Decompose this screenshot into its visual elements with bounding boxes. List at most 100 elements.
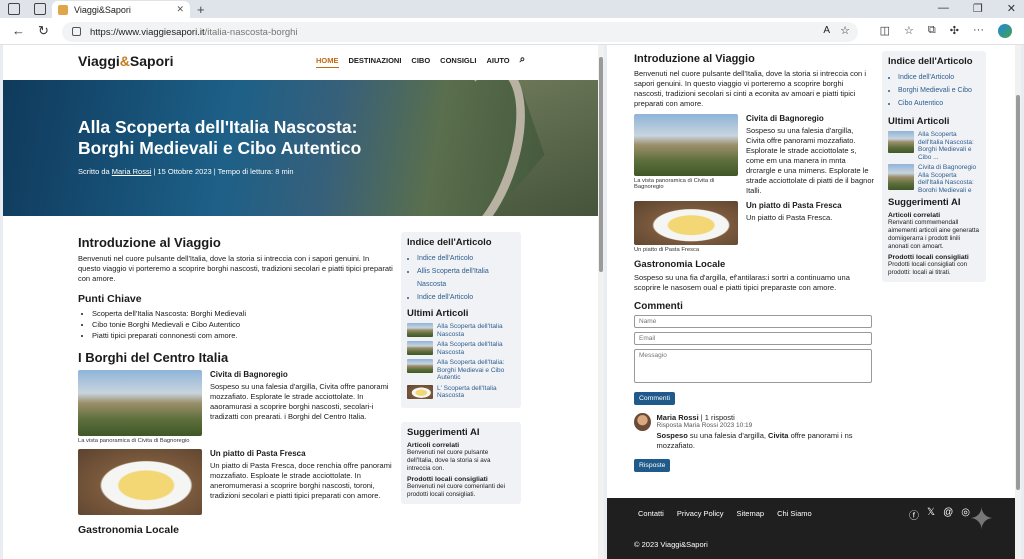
site-footer: Contatti Privacy Policy Sitemap Chi Siam… bbox=[607, 498, 1017, 559]
lock-icon[interactable] bbox=[72, 27, 81, 36]
card-text: Sospeso su una falesia d'argilla, Civita… bbox=[746, 126, 874, 195]
reload-icon[interactable]: ↻ bbox=[38, 23, 49, 39]
collections-icon[interactable]: ⧉ bbox=[928, 24, 936, 38]
intro-text: Benvenuti nel cuore pulsante dell'Italia… bbox=[78, 254, 393, 283]
address-input[interactable]: https://www.viaggiesapori.it/italia-nasc… bbox=[62, 22, 858, 42]
footer-link-sitemap[interactable]: Sitemap bbox=[737, 509, 765, 518]
name-field[interactable] bbox=[634, 315, 872, 328]
article-card-civita: La vista panoramica di Civita di Bagnore… bbox=[78, 370, 393, 444]
scroll-thumb[interactable] bbox=[599, 57, 603, 272]
minimize-icon[interactable]: — bbox=[938, 2, 949, 15]
card-title[interactable]: Un piatto di Pasta Fresca bbox=[746, 201, 842, 210]
logo-amp: & bbox=[119, 53, 130, 69]
message-field[interactable] bbox=[634, 349, 872, 383]
recent-link[interactable]: Alla Scoperta dell'Italia Nascosta bbox=[437, 341, 515, 356]
gastro-title: Gastronomia Locale bbox=[78, 524, 179, 536]
footer-link-privacy[interactable]: Privacy Policy bbox=[677, 509, 724, 518]
comment-count: | 1 risposti bbox=[698, 413, 735, 422]
menu-icon[interactable]: ··· bbox=[973, 24, 984, 38]
menu-home[interactable]: HOME bbox=[316, 56, 339, 68]
recent-thumb bbox=[888, 131, 914, 153]
read-aloud-icon[interactable]: A bbox=[823, 25, 830, 36]
restore-icon[interactable]: ❐ bbox=[973, 2, 983, 15]
search-icon[interactable]: ⌕ bbox=[520, 54, 526, 68]
threads-icon[interactable]: @ bbox=[943, 507, 953, 522]
toc-item[interactable]: Cibo Autentico bbox=[898, 97, 980, 110]
new-tab-icon[interactable]: + bbox=[197, 2, 205, 17]
footer-links: Contatti Privacy Policy Sitemap Chi Siam… bbox=[638, 509, 812, 518]
ai-title: Suggerimenti AI bbox=[407, 427, 480, 438]
recent-item[interactable]: L' Scoperta dell'Italia Nascosta bbox=[407, 384, 515, 400]
recent-link[interactable]: Alla Scoperta dell'Italia Nascosta: Borg… bbox=[918, 131, 980, 161]
recent-item[interactable]: Alla Scoperta dell'Italia: Borghi Mediev… bbox=[407, 359, 515, 382]
comment-author[interactable]: Maria Rossi bbox=[657, 413, 699, 422]
article-card-pasta: Un piatto di Pasta Fresca Un piatto di P… bbox=[634, 201, 874, 253]
star-icon[interactable]: ☆ bbox=[840, 24, 850, 37]
toc-list: Indice dell'Articolo Allis Scoperta dell… bbox=[417, 252, 515, 304]
comment: Maria Rossi | 1 risposti Risposta Maria … bbox=[634, 413, 874, 451]
ai-sub: Prodotti locali consigliati bbox=[407, 476, 488, 483]
comment-date: Risposta Maria Rossi 2023 10:19 bbox=[656, 422, 753, 429]
right-scrollbar[interactable] bbox=[1015, 45, 1021, 559]
avatar bbox=[634, 413, 651, 431]
ai-widget: Suggerimenti AI Articoli correlati Benve… bbox=[401, 422, 521, 504]
recent-link[interactable]: Alla Scoperta dell'Italia Nascosta bbox=[437, 323, 515, 338]
ai-title: Suggerimenti AI bbox=[888, 197, 961, 208]
facebook-icon[interactable]: ⓕ bbox=[909, 507, 919, 522]
favorites-icon[interactable]: ☆ bbox=[904, 24, 914, 38]
sidebar-icon[interactable] bbox=[8, 3, 20, 15]
card-title[interactable]: Un piatto di Pasta Fresca bbox=[210, 449, 393, 458]
tab-icon[interactable] bbox=[34, 3, 46, 15]
recent-title: Ultimi Articoli bbox=[888, 116, 950, 127]
close-window-icon[interactable]: ✕ bbox=[1007, 2, 1016, 15]
menu-aiuto[interactable]: AIUTO bbox=[486, 56, 509, 68]
left-scrollbar[interactable] bbox=[598, 45, 604, 559]
toc-item[interactable]: Indice dell'Articolo bbox=[417, 252, 515, 265]
menu-cibo[interactable]: CIBO bbox=[411, 56, 430, 68]
recent-title: Ultimi Articoli bbox=[407, 308, 469, 319]
comments-title: Commenti bbox=[634, 301, 683, 312]
footer-link-contatti[interactable]: Contatti bbox=[638, 509, 664, 518]
article-body: Introduzione al Viaggio Benvenuti nel cu… bbox=[78, 235, 393, 539]
browser-tab[interactable]: Viaggi&Sapori ✕ bbox=[52, 1, 190, 18]
author-link[interactable]: Maria Rossi bbox=[112, 167, 152, 176]
toc-item[interactable]: Borghi Medievali e Cibo bbox=[898, 84, 980, 97]
scroll-thumb[interactable] bbox=[1016, 95, 1020, 490]
reply-button[interactable]: Risposte bbox=[634, 459, 671, 472]
recent-item[interactable]: Alla Scoperta dell'Italia Nascosta bbox=[407, 341, 515, 356]
close-tab-icon[interactable]: ✕ bbox=[176, 4, 184, 15]
address-bar-row: ← ↻ https://www.viaggiesapori.it/italia-… bbox=[0, 18, 1024, 45]
x-icon[interactable]: 𝕏 bbox=[927, 507, 935, 522]
toc-list: Indice dell'Articolo Borghi Medievali e … bbox=[898, 71, 980, 110]
hero-title: Alla Scoperta dell'Italia Nascosta: Borg… bbox=[78, 117, 362, 158]
toc-item[interactable]: Indice dell'Articolo bbox=[898, 71, 980, 84]
recent-thumb bbox=[407, 323, 433, 337]
card-text: Un piatto di Pasta Fresca. bbox=[746, 213, 833, 222]
footer-link-chi-siamo[interactable]: Chi Siamo bbox=[777, 509, 812, 518]
email-field[interactable] bbox=[634, 332, 872, 345]
submit-comment-button[interactable]: Commenti bbox=[634, 392, 675, 405]
card-title[interactable]: Civita di Bagnoregio bbox=[210, 370, 393, 379]
ai-sub: Articoli correlati bbox=[888, 212, 941, 219]
civita-image bbox=[78, 370, 202, 436]
split-screen-icon[interactable]: ◫ bbox=[880, 24, 890, 38]
site-logo[interactable]: Viaggi&Sapori bbox=[78, 53, 173, 69]
toc-widget: Indice dell'Articolo Indice dell'Articol… bbox=[882, 51, 986, 115]
recent-link[interactable]: Alla Scoperta dell'Italia: Borghi Mediev… bbox=[437, 359, 515, 382]
browser-toolbar: ◫ ☆ ⧉ ✣ ··· bbox=[880, 24, 1012, 38]
extension-icon[interactable]: ✣ bbox=[950, 24, 959, 38]
copilot-icon[interactable] bbox=[998, 24, 1012, 38]
menu-consigli[interactable]: CONSIGLI bbox=[440, 56, 476, 68]
civita-image bbox=[634, 114, 738, 176]
menu-destinazioni[interactable]: DESTINAZIONI bbox=[349, 56, 402, 68]
toc-item[interactable]: Allis Scoperta dell'Italia Nascosta bbox=[417, 265, 515, 291]
card-title[interactable]: Civita di Bagnoregio bbox=[746, 114, 874, 123]
image-caption: La vista panoramica di Civita di Bagnore… bbox=[634, 178, 715, 190]
back-icon[interactable]: ← bbox=[12, 23, 25, 38]
tab-title: Viaggi&Sapori bbox=[74, 4, 131, 15]
recent-item[interactable]: Alla Scoperta dell'Italia Nascosta bbox=[407, 323, 515, 338]
intro-title: Introduzione al Viaggio bbox=[634, 53, 755, 65]
recent-item[interactable]: Alla Scoperta dell'Italia Nascosta: Borg… bbox=[888, 131, 980, 161]
recent-link[interactable]: L' Scoperta dell'Italia Nascosta bbox=[437, 385, 515, 400]
logo-text: Viaggi bbox=[78, 53, 120, 69]
